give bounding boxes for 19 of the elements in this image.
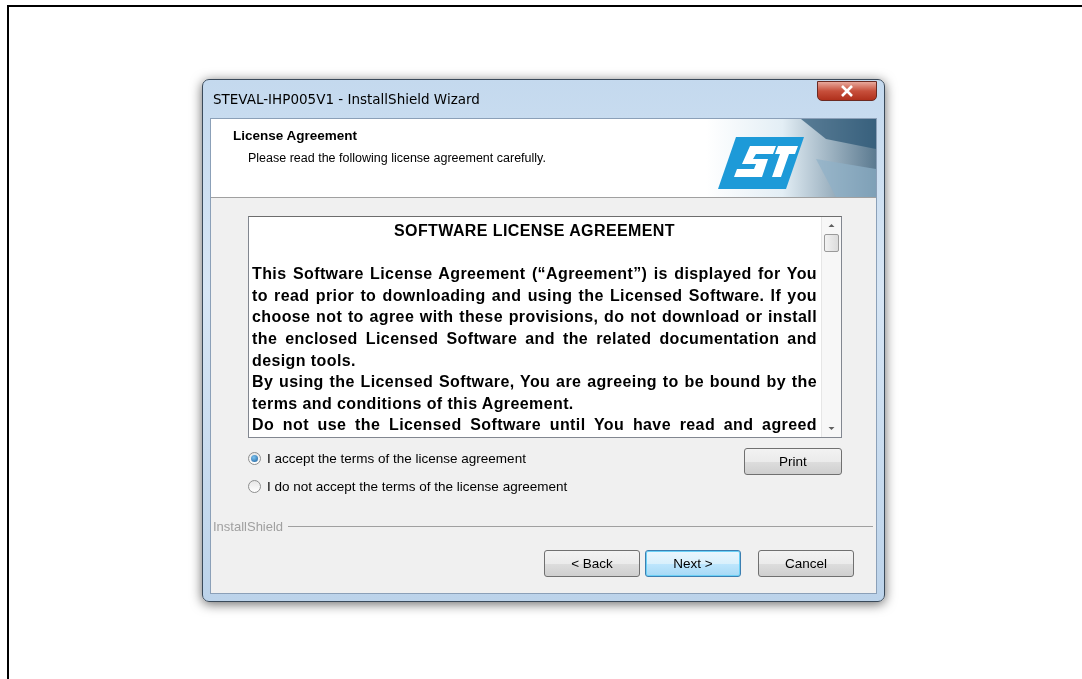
wizard-button[interactable]: < Back [544,550,640,577]
radio-option[interactable]: I accept the terms of the license agreement [248,451,568,466]
license-paragraph: Do not use the Licensed Software until You have read and agreed [252,415,817,436]
page-subtitle: Please read the following license agreement carefully. [247,151,546,165]
license-text-box[interactable] [248,216,842,438]
scrollbar[interactable] [821,217,841,437]
wizard-button[interactable]: Cancel [758,550,854,577]
scroll-thumb[interactable] [824,234,839,252]
wizard-button[interactable]: Next > [645,550,741,577]
license-paragraph: By using the Licensed Software, You are agreeing to be bound by the terms and conditions of this Agreement. [252,372,817,414]
print-button[interactable]: Print [744,448,842,475]
close-button[interactable] [817,81,877,101]
window-title: STEVAL-IHP005V1 - InstallShield Wizard [213,91,480,107]
page-title: License Agreement [233,128,359,143]
radio-option[interactable]: I do not accept the terms of the license agreement [248,479,568,494]
license-heading: SOFTWARE LICENSE AGREEMENT [393,221,676,241]
license-paragraph: This Software License Agreement (“Agreement”) is displayed for You to read prior to downloading and using the Licensed Software. If you choose not to agree with these provisions, do not download or install the enclosed Licensed Software and the related documentation and design tools. [252,264,817,371]
close-icon [840,85,854,97]
brand-label: InstallShield [212,519,284,534]
